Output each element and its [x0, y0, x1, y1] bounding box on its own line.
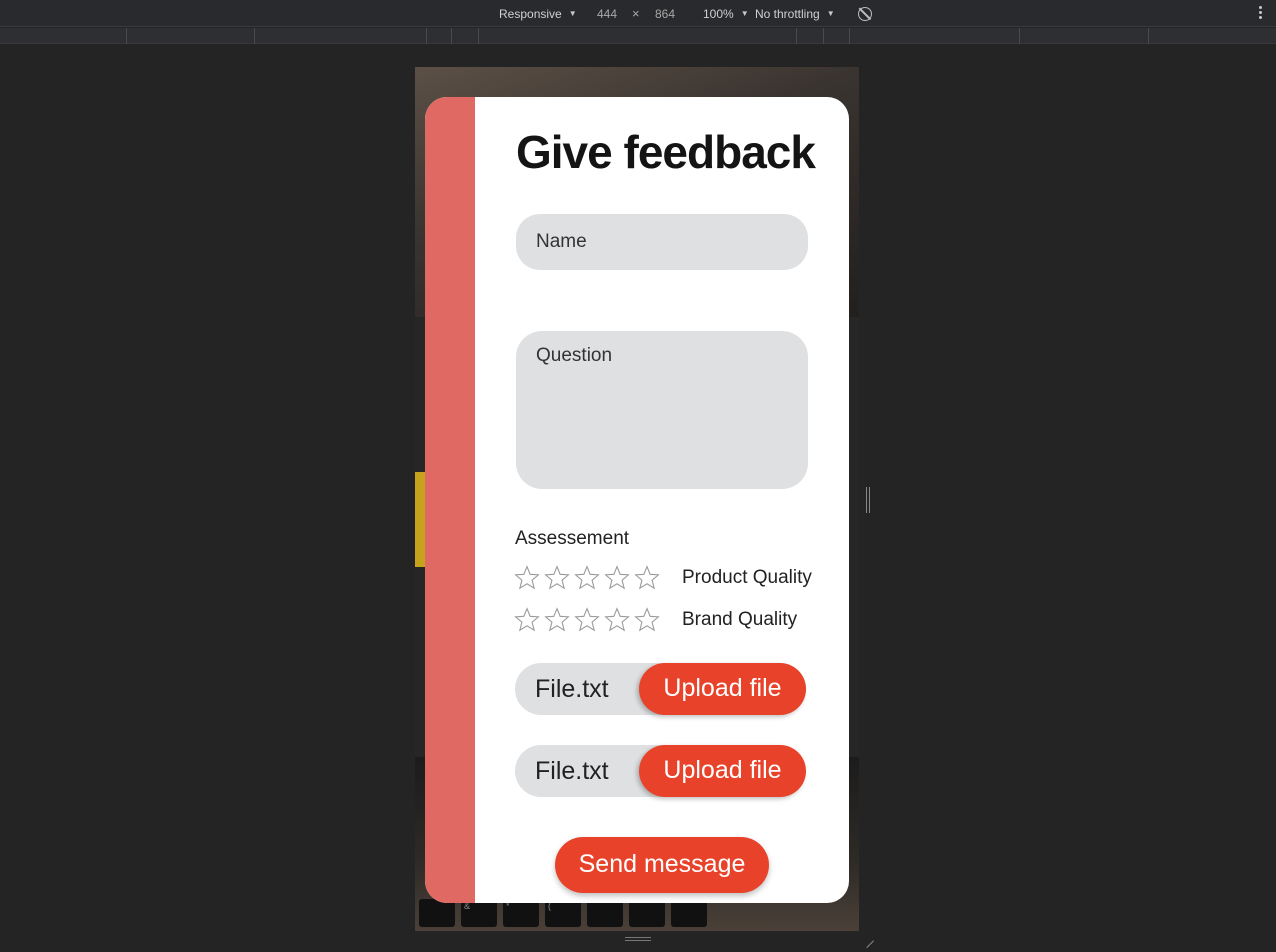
star-rating[interactable] — [514, 565, 660, 591]
key — [629, 899, 665, 927]
product-quality-label: Product Quality — [682, 567, 812, 588]
viewport-resize-handle-right[interactable] — [866, 487, 870, 513]
star-icon[interactable] — [574, 565, 600, 591]
accent-bar — [425, 97, 475, 903]
times-icon: × — [632, 6, 640, 21]
star-icon[interactable] — [574, 607, 600, 633]
viewport-resize-handle-corner[interactable] — [859, 933, 875, 949]
device-label: Responsive — [499, 6, 562, 21]
key: ( — [545, 899, 581, 927]
file-upload-field: File.txt Upload file — [515, 663, 806, 715]
rotate-button[interactable] — [858, 0, 872, 27]
star-icon[interactable] — [634, 565, 660, 591]
key — [671, 899, 707, 927]
key — [587, 899, 623, 927]
assessment-label: Assessement — [515, 528, 630, 549]
devtools-toolbar: Responsive ▼ 444 × 864 100% ▼ No throttl… — [0, 0, 1276, 27]
star-icon[interactable] — [634, 607, 660, 633]
more-options-icon[interactable] — [1259, 6, 1262, 19]
dimension-separator: × — [632, 0, 640, 27]
key — [419, 899, 455, 927]
key: & — [461, 899, 497, 927]
star-rating[interactable] — [514, 607, 660, 633]
zoom-select[interactable]: 100% ▼ — [703, 0, 749, 27]
width-input[interactable]: 444 — [597, 0, 617, 27]
height-value: 864 — [655, 6, 676, 21]
chevron-down-icon: ▼ — [740, 9, 749, 18]
width-value: 444 — [597, 6, 618, 21]
keyboard-keys: & * ( — [415, 899, 859, 929]
star-icon[interactable] — [544, 565, 570, 591]
feedback-card: Give feedback Name Question Assessement … — [425, 97, 849, 903]
upload-file-button[interactable]: Upload file — [639, 745, 806, 797]
page-title: Give feedback — [516, 126, 816, 178]
media-query-bar[interactable] — [0, 28, 1276, 44]
send-message-button[interactable]: Send message — [555, 837, 769, 893]
rotate-disabled-icon — [858, 6, 872, 21]
upload-file-button[interactable]: Upload file — [639, 663, 806, 715]
chevron-down-icon: ▼ — [568, 9, 577, 18]
star-icon[interactable] — [604, 565, 630, 591]
height-input[interactable]: 864 — [655, 0, 675, 27]
zoom-label: 100% — [703, 6, 734, 21]
device-select[interactable]: Responsive ▼ — [499, 0, 577, 27]
key: * — [503, 899, 539, 927]
brand-quality-label: Brand Quality — [682, 609, 798, 630]
star-icon[interactable] — [544, 607, 570, 633]
file-name: File.txt — [535, 757, 609, 785]
chevron-down-icon: ▼ — [826, 9, 835, 18]
throttling-label: No throttling — [755, 6, 820, 21]
question-textarea[interactable]: Question — [516, 331, 808, 489]
name-input[interactable]: Name — [516, 214, 808, 270]
file-name: File.txt — [535, 675, 609, 703]
brand-quality-rating: Brand Quality — [514, 607, 797, 633]
throttling-select[interactable]: No throttling ▼ — [755, 0, 835, 27]
file-upload-field: File.txt Upload file — [515, 745, 806, 797]
viewport-resize-handle-bottom[interactable] — [625, 937, 651, 941]
product-quality-rating: Product Quality — [514, 565, 812, 591]
star-icon[interactable] — [604, 607, 630, 633]
star-icon[interactable] — [514, 565, 540, 591]
star-icon[interactable] — [514, 607, 540, 633]
